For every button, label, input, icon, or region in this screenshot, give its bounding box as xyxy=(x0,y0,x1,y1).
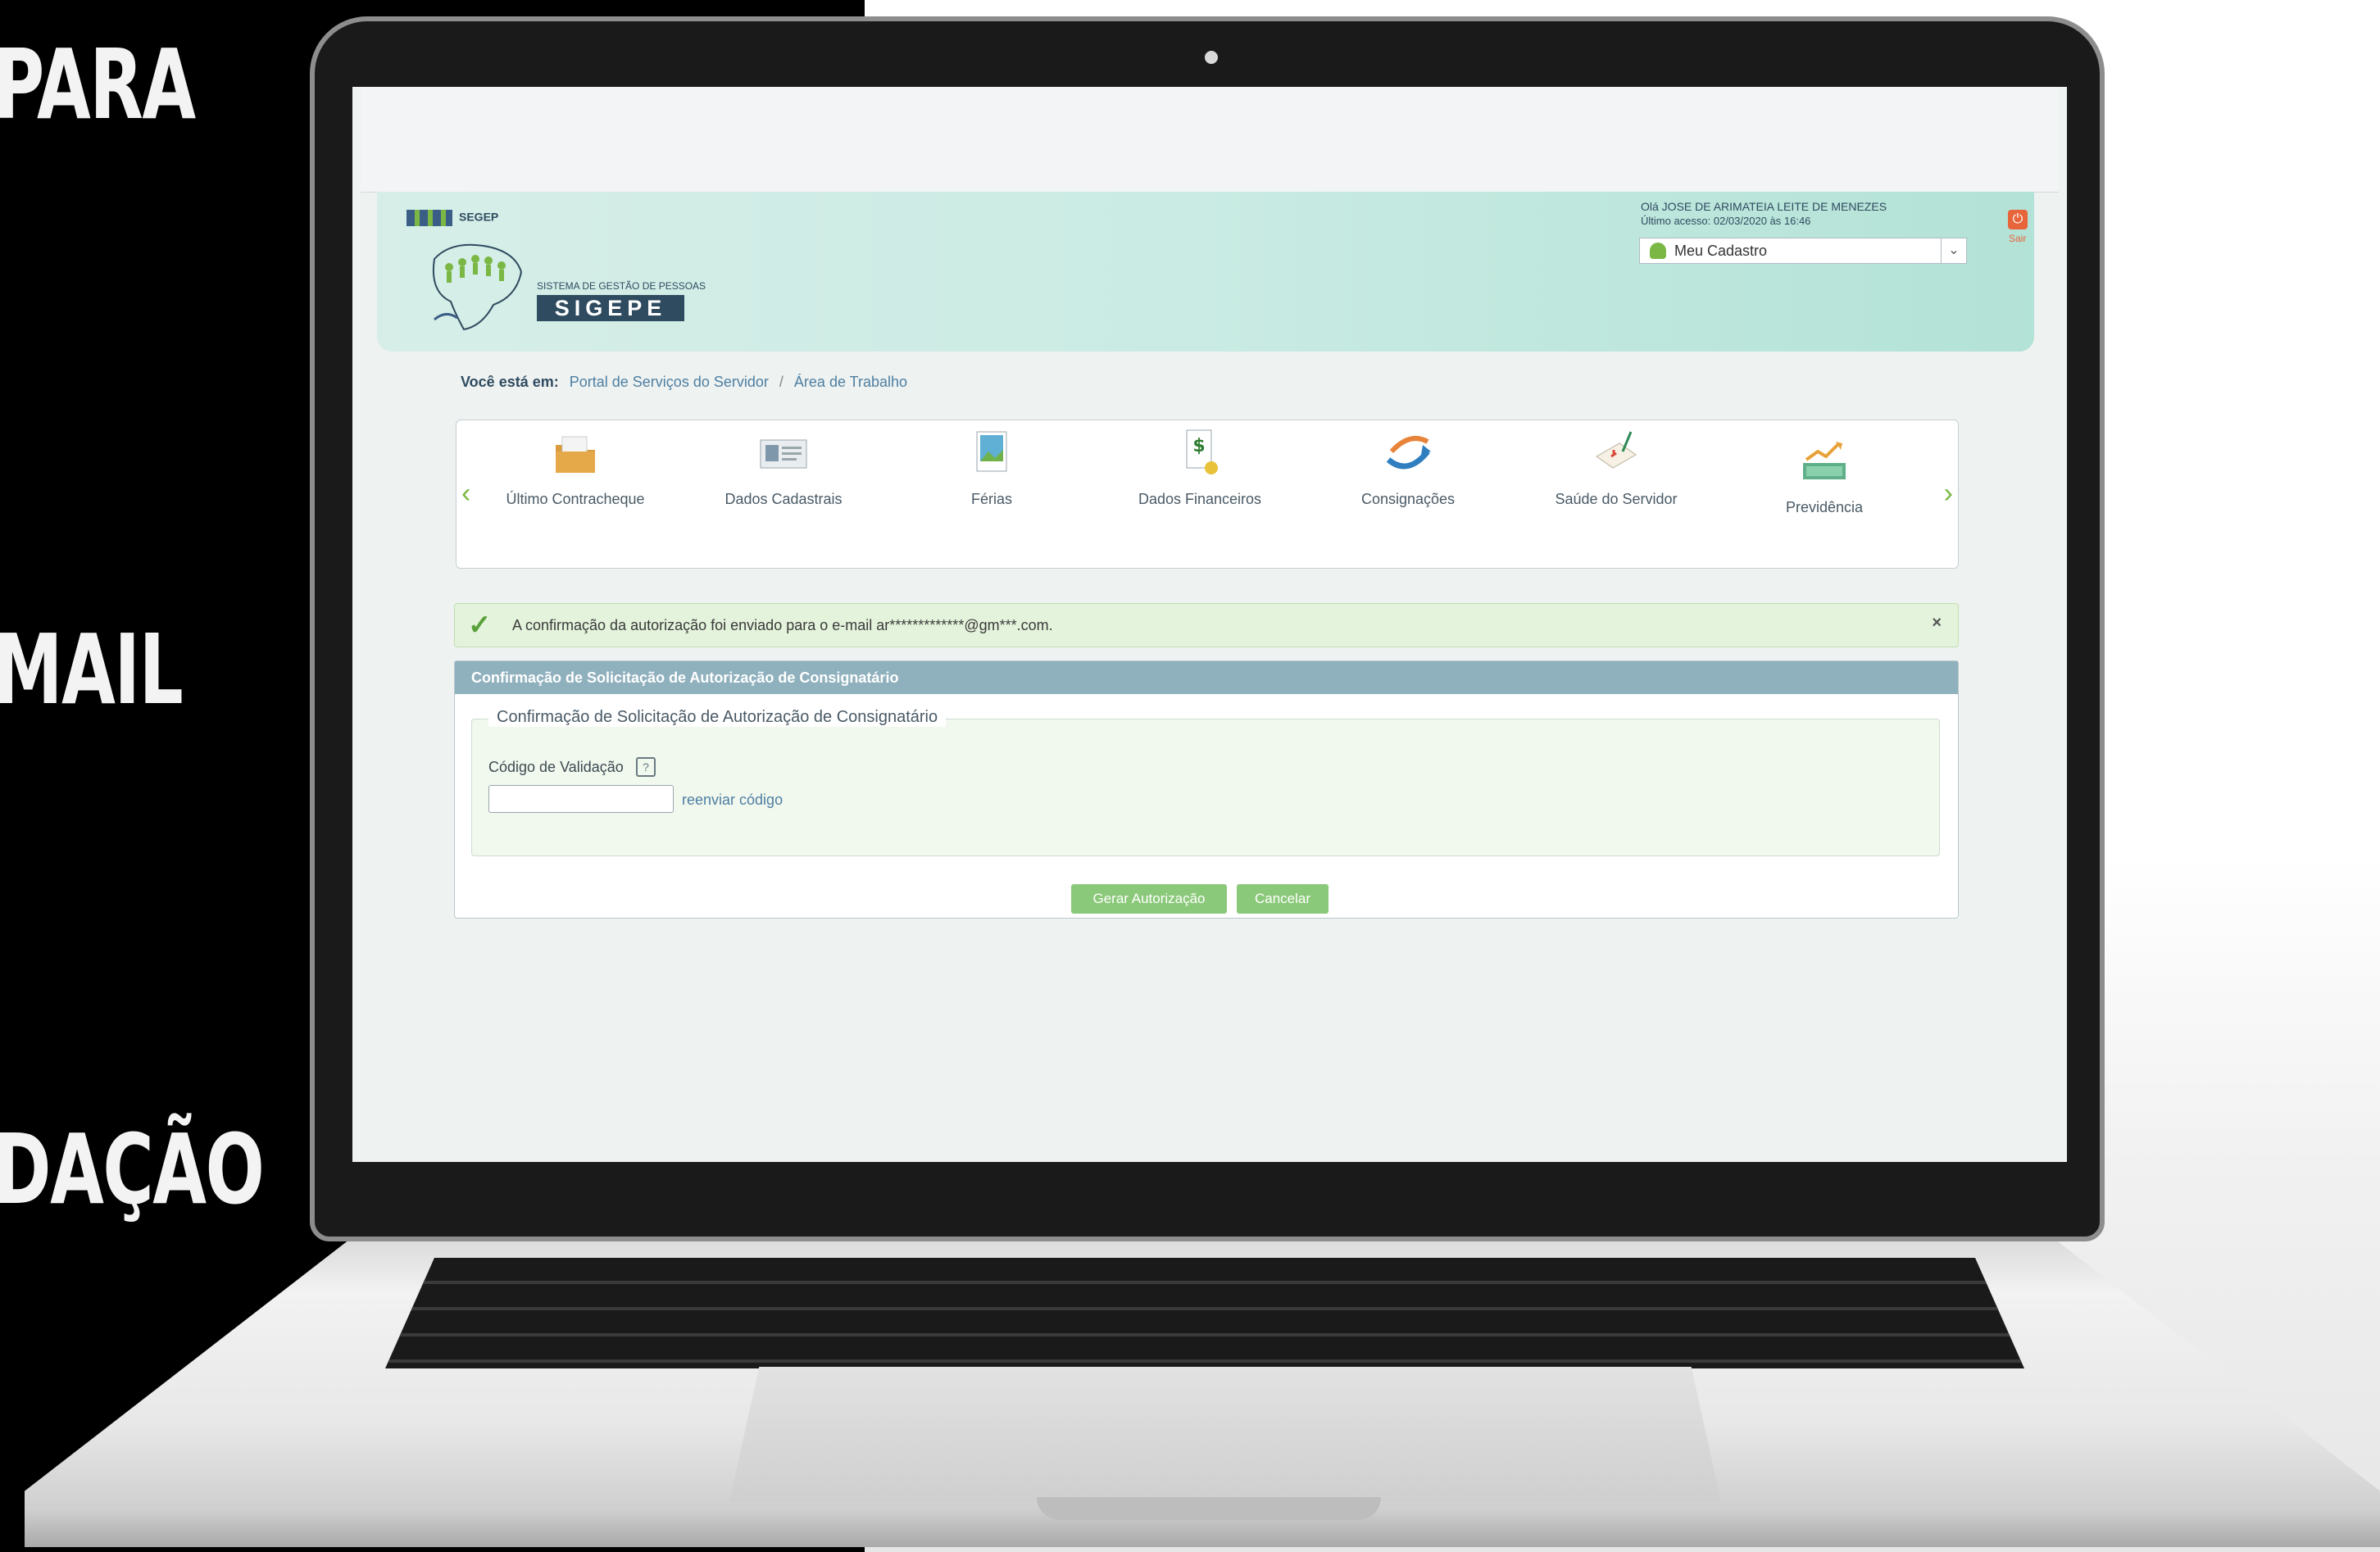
laptop-notch xyxy=(1037,1497,1381,1520)
chevron-right-icon[interactable]: › xyxy=(1944,478,1953,510)
browser-area xyxy=(361,87,2059,193)
arrow-loop-icon xyxy=(1386,436,1431,470)
service-label: Dados Financeiros xyxy=(1138,491,1262,507)
alert-message: A confirmação da autorização foi enviado… xyxy=(512,617,1053,633)
service-label: Último Contracheque xyxy=(506,491,645,507)
laptop-screen: SEGEP SISTEMA DE GESTÃO DE PESSOAS SIGEP… xyxy=(352,87,2067,1162)
key-row xyxy=(385,1310,2024,1336)
breadcrumb-separator: / xyxy=(779,374,783,390)
service-dados-financeiros[interactable]: $ Dados Financeiros xyxy=(1106,427,1294,508)
breadcrumb: Você está em: Portal de Serviços do Serv… xyxy=(461,374,907,391)
service-label: Férias xyxy=(970,491,1012,507)
chevron-left-icon[interactable]: ‹ xyxy=(461,478,470,510)
validation-code-input[interactable] xyxy=(488,785,674,813)
cancel-button[interactable]: Cancelar xyxy=(1237,884,1329,914)
checkmark-icon: ✓ xyxy=(468,610,492,641)
fieldset-legend: Confirmação de Solicitação de Autorizaçã… xyxy=(488,708,947,727)
user-icon xyxy=(1650,243,1666,259)
brazil-people-icon xyxy=(432,243,523,331)
panel-title: Confirmação de Solicitação de Autorizaçã… xyxy=(455,661,1958,694)
side-text-3: DAÇÃO xyxy=(0,1113,265,1226)
service-label: Dados Cadastrais xyxy=(724,491,843,507)
logout-label[interactable]: Sair xyxy=(2009,233,2026,244)
chevron-down-icon[interactable]: ⌄ xyxy=(1941,238,1966,263)
breadcrumb-item-portal[interactable]: Portal de Serviços do Servidor xyxy=(570,374,769,390)
health-checklist-icon xyxy=(1596,431,1637,469)
laptop-keyboard xyxy=(385,1258,2024,1368)
laptop-trackpad xyxy=(729,1367,1721,1502)
key-row xyxy=(385,1336,2024,1363)
breadcrumb-item-area[interactable]: Área de Trabalho xyxy=(794,374,907,390)
resend-code-link[interactable]: reenviar código xyxy=(682,792,783,809)
validation-code-label: Código de Validação xyxy=(488,759,624,775)
close-icon[interactable]: × xyxy=(1932,614,1942,633)
service-ferias[interactable]: Férias xyxy=(897,427,1086,508)
service-previdencia[interactable]: Previdência xyxy=(1730,435,1919,516)
last-access: Último acesso: 02/03/2020 às 16:46 xyxy=(1641,215,1811,227)
camera-icon xyxy=(1205,51,1218,64)
id-card-icon xyxy=(760,439,807,469)
success-alert: ✓ A confirmação da autorização foi envia… xyxy=(454,603,1959,647)
profile-dropdown[interactable]: Meu Cadastro ⌄ xyxy=(1639,238,1967,264)
svg-text:$: $ xyxy=(1192,436,1205,456)
key-row xyxy=(385,1284,2024,1310)
money-document-icon: $ xyxy=(1186,429,1218,474)
segep-logo[interactable]: SEGEP xyxy=(407,210,498,226)
system-name: SISTEMA DE GESTÃO DE PESSOAS xyxy=(537,280,706,292)
folder-icon xyxy=(556,436,595,473)
segep-bars-icon xyxy=(407,210,452,226)
authorization-panel: Confirmação de Solicitação de Autorizaçã… xyxy=(454,660,1959,919)
breadcrumb-label: Você está em: xyxy=(461,374,559,390)
service-label: Consignações xyxy=(1360,491,1456,507)
vacation-photo-icon xyxy=(976,431,1007,472)
sigepe-brand: SIGEPE xyxy=(537,295,684,321)
power-icon[interactable]: ⏻ xyxy=(2008,210,2028,229)
site-header: SEGEP SISTEMA DE GESTÃO DE PESSOAS SIGEP… xyxy=(377,192,2034,352)
growth-money-icon xyxy=(1803,442,1846,479)
service-label: Previdência xyxy=(1785,499,1864,515)
authorization-fieldset: Confirmação de Solicitação de Autorizaçã… xyxy=(471,708,1940,856)
service-label: Saúde do Servidor xyxy=(1555,491,1678,507)
key-row xyxy=(385,1258,2024,1284)
service-dados-cadastrais[interactable]: Dados Cadastrais xyxy=(689,427,878,508)
service-consignacoes[interactable]: Consignações xyxy=(1314,427,1502,508)
org-name: SEGEP xyxy=(459,210,499,224)
service-saude-do-servidor[interactable]: Saúde do Servidor xyxy=(1522,427,1710,508)
side-text-2: MAIL xyxy=(0,613,184,726)
user-greeting: Olá JOSE DE ARIMATEIA LEITE DE MENEZES xyxy=(1641,200,1887,213)
services-carousel: ‹ Último Contracheque Dados Cadastrais F… xyxy=(456,420,1959,569)
profile-dropdown-label: Meu Cadastro xyxy=(1674,243,1768,259)
side-text-1: PARA xyxy=(0,28,196,141)
service-ultimo-contracheque[interactable]: Último Contracheque xyxy=(481,427,670,508)
generate-authorization-button[interactable]: Gerar Autorização xyxy=(1071,884,1227,914)
help-icon[interactable]: ? xyxy=(636,757,656,777)
